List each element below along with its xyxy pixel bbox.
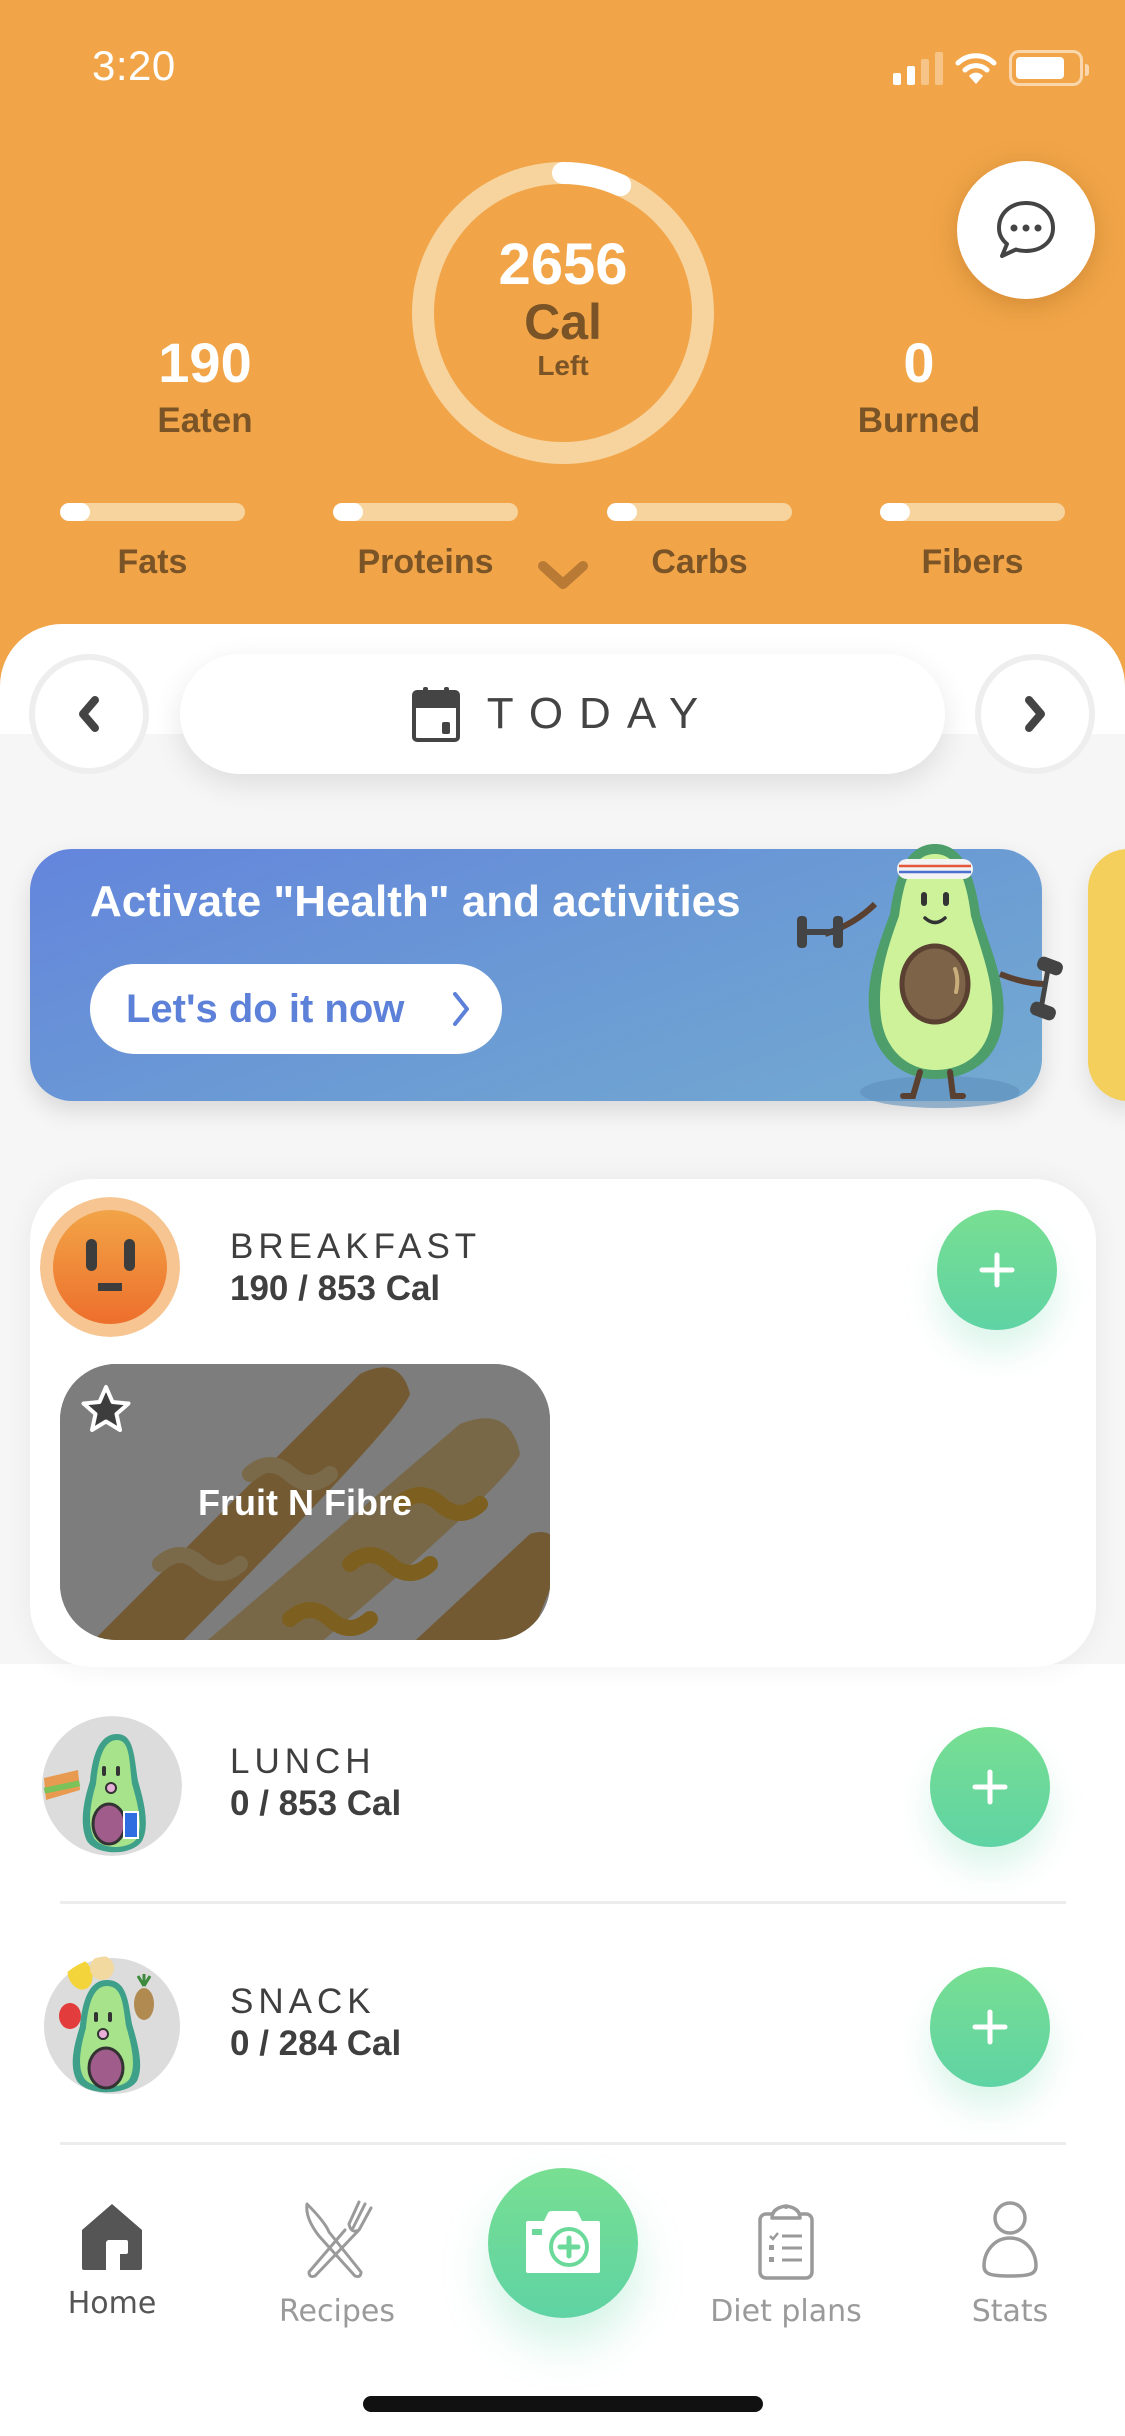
eaten-value: 190 bbox=[158, 331, 252, 394]
add-snack-button[interactable] bbox=[930, 1967, 1050, 2087]
burned-stat: 0 Burned bbox=[809, 335, 1029, 441]
add-photo-button[interactable] bbox=[488, 2168, 638, 2318]
date-selector[interactable]: TODAY bbox=[180, 654, 945, 774]
tab-label: Recipes bbox=[279, 2294, 395, 2329]
plus-icon bbox=[972, 1769, 1008, 1805]
meal-title: BREAKFAST bbox=[230, 1227, 482, 1266]
add-lunch-button[interactable] bbox=[930, 1727, 1050, 1847]
meal-calories: 0 / 284 Cal bbox=[230, 2024, 402, 2063]
chat-button[interactable] bbox=[957, 161, 1095, 299]
macro-label: Carbs bbox=[651, 543, 748, 581]
meal-calories: 190 / 853 Cal bbox=[230, 1269, 441, 1308]
person-icon bbox=[982, 2201, 1038, 2278]
star-icon[interactable] bbox=[78, 1382, 134, 1438]
banner-cta-label: Let's do it now bbox=[126, 986, 405, 1031]
chat-bubble-ellipsis-icon bbox=[997, 201, 1055, 258]
macro-bar bbox=[880, 503, 1065, 521]
add-breakfast-button[interactable] bbox=[937, 1210, 1057, 1330]
lunch-avocado-avatar bbox=[42, 1716, 182, 1856]
divider bbox=[60, 2142, 1066, 2145]
macro-bar bbox=[607, 503, 792, 521]
breakfast-face-avatar bbox=[40, 1197, 180, 1337]
tab-recipes[interactable]: Recipes bbox=[237, 2200, 437, 2329]
signal-icon bbox=[893, 51, 943, 85]
previous-day-button[interactable] bbox=[29, 654, 149, 774]
chevron-down-icon[interactable] bbox=[537, 560, 589, 592]
macro-fibers: Fibers bbox=[880, 503, 1065, 582]
calories-ring[interactable]: 2656 Cal Left bbox=[409, 159, 717, 467]
macro-carbs: Carbs bbox=[607, 503, 792, 582]
meal-title: SNACK bbox=[230, 1982, 376, 2021]
tab-label: Diet plans bbox=[710, 2294, 862, 2329]
plus-icon bbox=[979, 1252, 1015, 1288]
date-navigation: TODAY bbox=[0, 624, 1125, 794]
meal-title: LUNCH bbox=[230, 1742, 376, 1781]
calories-left-value: 2656 bbox=[498, 231, 628, 297]
macro-bar bbox=[333, 503, 518, 521]
plus-icon bbox=[972, 2009, 1008, 2045]
chevron-left-icon bbox=[79, 696, 99, 732]
eaten-stat: 190 Eaten bbox=[95, 335, 315, 441]
calories-unit: Cal bbox=[524, 293, 602, 350]
macro-label: Fibers bbox=[921, 543, 1024, 581]
tab-diet-plans[interactable]: Diet plans bbox=[686, 2200, 886, 2329]
macro-proteins: Proteins bbox=[333, 503, 518, 582]
banner-title: Activate "Health" and activities bbox=[90, 877, 741, 926]
clipboard-icon bbox=[758, 2204, 814, 2280]
food-item-name: Fruit N Fibre bbox=[198, 1482, 412, 1523]
eaten-label: Eaten bbox=[157, 401, 253, 440]
health-activation-banner[interactable]: Activate "Health" and activities Let's d… bbox=[30, 844, 1063, 1108]
banner-cta-button[interactable]: Let's do it now bbox=[90, 964, 502, 1054]
meal-calories: 0 / 853 Cal bbox=[230, 1784, 402, 1823]
tab-label: Stats bbox=[971, 2294, 1049, 2329]
next-day-button[interactable] bbox=[975, 654, 1095, 774]
date-label: TODAY bbox=[486, 689, 715, 738]
divider bbox=[60, 1901, 1066, 1904]
macro-bar bbox=[60, 503, 245, 521]
header: 3:20 2656 Cal Left 190 Eaten 0 Burned Fa… bbox=[0, 0, 1125, 700]
calories-left-label: Left bbox=[537, 350, 589, 382]
food-item-card[interactable]: Fruit N Fibre bbox=[60, 1364, 550, 1640]
burned-value: 0 bbox=[903, 331, 935, 394]
chevron-right-icon bbox=[1025, 696, 1045, 732]
home-icon bbox=[82, 2204, 142, 2270]
tab-stats[interactable]: Stats bbox=[910, 2200, 1110, 2329]
status-icons bbox=[893, 50, 1089, 86]
macro-label: Proteins bbox=[357, 543, 494, 581]
fork-knife-icon bbox=[305, 2200, 373, 2278]
wifi-icon bbox=[955, 53, 997, 84]
home-indicator bbox=[363, 2396, 763, 2412]
chevron-right-icon bbox=[453, 992, 469, 1026]
tab-label: Home bbox=[67, 2286, 157, 2321]
camera-plus-icon bbox=[526, 2211, 600, 2273]
snack-avocado-avatar bbox=[44, 1956, 180, 2094]
burned-label: Burned bbox=[857, 401, 981, 440]
battery-icon bbox=[1009, 50, 1089, 86]
tab-bar: Home Recipes Diet plans Stats bbox=[0, 2160, 1125, 2436]
macro-label: Fats bbox=[117, 543, 188, 581]
meal-card-breakfast: BREAKFAST 190 / 853 Cal Fruit N Fibre bbox=[30, 1179, 1096, 1667]
macro-fats: Fats bbox=[60, 503, 245, 582]
calendar-icon bbox=[411, 687, 460, 742]
next-banner-card[interactable] bbox=[1088, 849, 1125, 1101]
avocado-dumbbell-illustration bbox=[797, 844, 1063, 1108]
tab-home[interactable]: Home bbox=[12, 2200, 212, 2321]
status-time: 3:20 bbox=[92, 42, 176, 89]
